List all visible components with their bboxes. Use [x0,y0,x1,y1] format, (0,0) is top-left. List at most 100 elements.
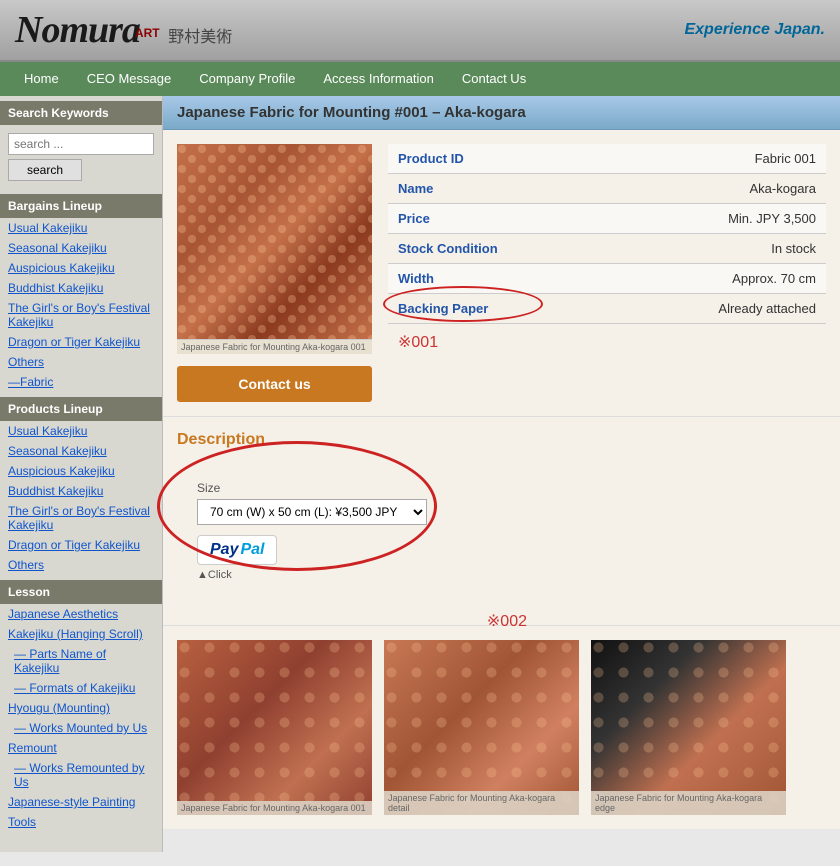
paypal-area: PayPal [197,535,427,565]
table-row: Price Min. JPY 3,500 [388,204,826,234]
logo-jp: 野村美術 [168,29,232,46]
field-label-name: Name [388,174,548,204]
sidebar-others-bargain[interactable]: Others [0,352,162,372]
size-label: Size [197,481,427,495]
sidebar-seasonal-bargain[interactable]: Seasonal Kakejiku [0,238,162,258]
gallery-pattern-3 [591,640,786,815]
field-value-width: Approx. 70 cm [548,264,826,294]
sidebar-others-product[interactable]: Others [0,555,162,575]
paypal-logo-p1: Pay [210,541,238,559]
field-label-backing-paper: Backing Paper [388,294,548,324]
field-value-price: Min. JPY 3,500 [548,204,826,234]
size-paypal-wrapper: Size 70 cm (W) x 50 cm (L): ¥3,500 JPY P… [177,461,457,611]
logo-area: NomuraART 野村美術 [15,8,232,52]
sidebar-seasonal-product[interactable]: Seasonal Kakejiku [0,441,162,461]
gallery-caption-1: Japanese Fabric for Mounting Aka-kogara … [177,801,372,815]
table-row: Stock Condition In stock [388,234,826,264]
gallery-pattern-1 [177,640,372,815]
search-section-title: Search Keywords [0,101,162,125]
field-value-name: Aka-kogara [548,174,826,204]
sidebar-parts-name[interactable]: — Parts Name of Kakejiku [0,644,162,678]
sidebar-hyougu[interactable]: Hyougu (Mounting) [0,698,162,718]
sidebar-buddhist-bargain[interactable]: Buddhist Kakejiku [0,278,162,298]
field-value-stock: In stock [548,234,826,264]
sidebar-buddhist-product[interactable]: Buddhist Kakejiku [0,481,162,501]
gallery-pattern-2 [384,640,579,815]
lesson-title: Lesson [0,580,162,604]
logo-text: Nomura [15,9,140,51]
size-paypal-area: Size 70 cm (W) x 50 cm (L): ¥3,500 JPY P… [197,481,427,581]
gallery-image-1: Japanese Fabric for Mounting Aka-kogara … [177,640,372,815]
sidebar-japanese-aesthetics[interactable]: Japanese Aesthetics [0,604,162,624]
search-area: search [0,125,162,189]
bargains-title: Bargains Lineup [0,194,162,218]
header: NomuraART 野村美術 Experience Japan. [0,0,840,62]
paypal-logo-p2: Pal [240,541,264,559]
search-button[interactable]: search [8,159,82,181]
field-label-width: Width [388,264,548,294]
logo-art: ART [135,26,160,40]
sidebar-auspicious-product[interactable]: Auspicious Kakejiku [0,461,162,481]
product-info-table: Product ID Fabric 001 Name Aka-kogara Pr… [388,144,826,402]
sidebar-fabric-bargain[interactable]: —Fabric [0,372,162,392]
table-row: Name Aka-kogara [388,174,826,204]
field-label-product-id: Product ID [388,144,548,174]
gallery-section: Japanese Fabric for Mounting Aka-kogara … [163,626,840,829]
paypal-button[interactable]: PayPal [197,535,277,565]
nav-access[interactable]: Access Information [309,62,448,96]
table-row-backing-paper: Backing Paper Already attached [388,294,826,324]
table-row: Product ID Fabric 001 [388,144,826,174]
sidebar-tools[interactable]: Tools [0,812,162,832]
backing-paper-label: Backing Paper [398,301,488,316]
sidebar-works-remounted[interactable]: — Works Remounted by Us [0,758,162,792]
nav-ceo[interactable]: CEO Message [73,62,186,96]
sidebar-works-mounted[interactable]: — Works Mounted by Us [0,718,162,738]
sidebar-dragon-bargain[interactable]: Dragon or Tiger Kakejiku [0,332,162,352]
nav-home[interactable]: Home [10,62,73,96]
sidebar-usual-product[interactable]: Usual Kakejiku [0,421,162,441]
image-pattern-overlay [177,144,372,339]
tagline: Experience Japan. [684,21,825,39]
gallery-caption-3: Japanese Fabric for Mounting Aka-kogara … [591,791,786,815]
gallery-image-2: Japanese Fabric for Mounting Aka-kogara … [384,640,579,815]
main-content: Japanese Fabric for Mounting #001 – Aka-… [163,96,840,852]
page-title: Japanese Fabric for Mounting #001 – Aka-… [163,96,840,130]
logo: NomuraART 野村美術 [15,8,232,52]
description-title: Description [177,431,826,449]
sidebar-kakejiku-scroll[interactable]: Kakejiku (Hanging Scroll) [0,624,162,644]
sidebar-auspicious-bargain[interactable]: Auspicious Kakejiku [0,258,162,278]
note-002: ※002 [487,611,527,631]
click-label: ▲Click [197,569,427,581]
nav-contact[interactable]: Contact Us [448,62,540,96]
note-001: ※001 [388,332,826,352]
sidebar-girlsboys-product[interactable]: The Girl's or Boy's Festival Kakejiku [0,501,162,535]
search-input[interactable] [8,133,154,155]
sidebar-dragon-product[interactable]: Dragon or Tiger Kakejiku [0,535,162,555]
field-value-backing-paper: Already attached [548,294,826,324]
field-label-price: Price [388,204,548,234]
product-area: Japanese Fabric for Mounting Aka-kogara … [163,130,840,417]
sidebar-formats[interactable]: — Formats of Kakejiku [0,678,162,698]
layout: Search Keywords search Bargains Lineup U… [0,96,840,852]
contact-button[interactable]: Contact us [177,366,372,402]
sidebar-japanese-painting[interactable]: Japanese-style Painting [0,792,162,812]
product-main-image [177,144,372,339]
image-caption: Japanese Fabric for Mounting Aka-kogara … [177,339,372,354]
gallery: Japanese Fabric for Mounting Aka-kogara … [177,640,826,815]
product-image-section: Japanese Fabric for Mounting Aka-kogara … [177,144,372,402]
product-top: Japanese Fabric for Mounting Aka-kogara … [177,144,826,402]
nav: Home CEO Message Company Profile Access … [0,62,840,96]
gallery-image-3: Japanese Fabric for Mounting Aka-kogara … [591,640,786,815]
sidebar: Search Keywords search Bargains Lineup U… [0,96,163,852]
size-select[interactable]: 70 cm (W) x 50 cm (L): ¥3,500 JPY [197,499,427,525]
gallery-caption-2: Japanese Fabric for Mounting Aka-kogara … [384,791,579,815]
info-table: Product ID Fabric 001 Name Aka-kogara Pr… [388,144,826,324]
table-row: Width Approx. 70 cm [388,264,826,294]
products-title: Products Lineup [0,397,162,421]
sidebar-remount[interactable]: Remount [0,738,162,758]
sidebar-girlsboys-bargain[interactable]: The Girl's or Boy's Festival Kakejiku [0,298,162,332]
sidebar-usual-bargain[interactable]: Usual Kakejiku [0,218,162,238]
field-value-product-id: Fabric 001 [548,144,826,174]
description-section: Description Size 70 cm (W) x 50 cm (L): … [163,417,840,626]
nav-company[interactable]: Company Profile [185,62,309,96]
